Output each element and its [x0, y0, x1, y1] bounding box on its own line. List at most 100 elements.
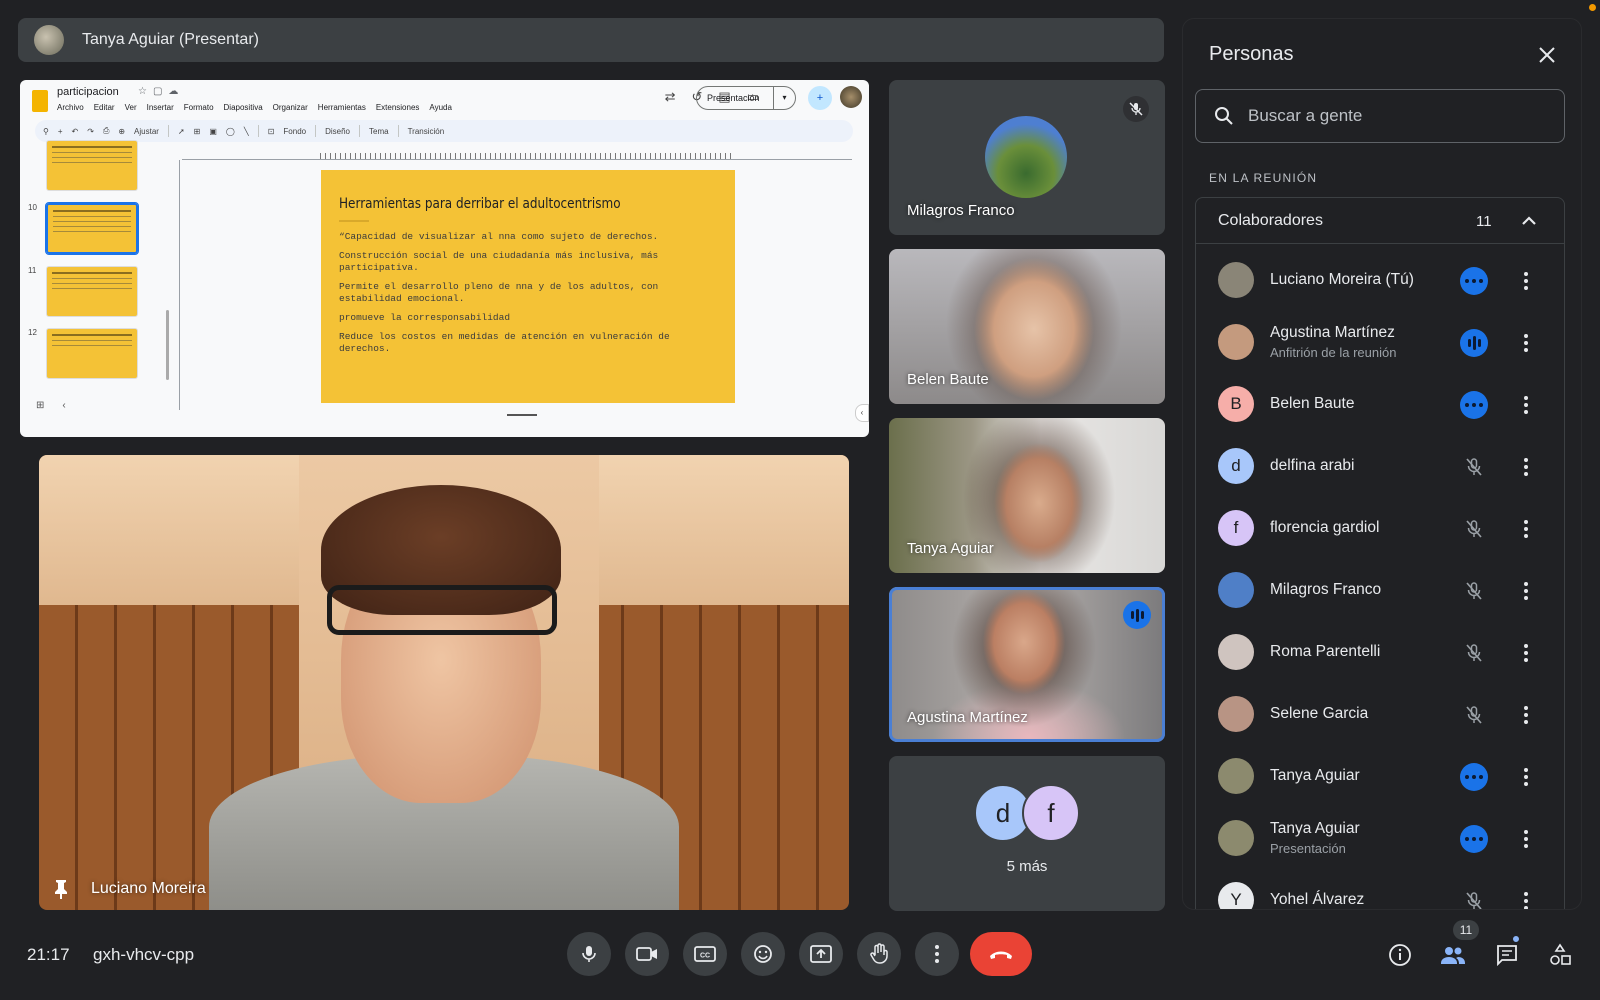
- more-vert-icon[interactable]: [1514, 765, 1538, 789]
- presenter-avatar: [34, 25, 64, 55]
- slides-user-avatar: [840, 86, 862, 108]
- participant-tile[interactable]: Milagros Franco: [889, 80, 1165, 235]
- participant-row[interactable]: Tanya Aguiar Presentación: [1196, 808, 1564, 870]
- search-input[interactable]: [1248, 106, 1538, 126]
- participant-row[interactable]: Roma Parentelli: [1196, 622, 1564, 684]
- participant-row[interactable]: Agustina Martínez Anfitrión de la reunión: [1196, 312, 1564, 374]
- present-icon: [810, 945, 832, 963]
- textbox-icon: ⊞: [193, 126, 201, 136]
- select-icon: ➚: [177, 126, 185, 136]
- more-options-button[interactable]: [915, 932, 959, 976]
- slide-thumbnail: [46, 140, 138, 191]
- chat-icon: [1497, 945, 1517, 967]
- avatar: f: [1218, 510, 1254, 546]
- star-folder-cloud-icons: ☆▢☁: [138, 86, 185, 97]
- present-screen-button[interactable]: [799, 932, 843, 976]
- background-button: Fondo: [283, 126, 307, 136]
- avatar: f: [1022, 784, 1080, 842]
- menu-item: Ayuda: [429, 103, 452, 112]
- more-vert-icon[interactable]: [1514, 331, 1538, 355]
- slide-title: Herramientas para derribar el adultocent…: [339, 196, 621, 212]
- more-participants-tile[interactable]: d f 5 más: [889, 756, 1165, 911]
- avatar: [1218, 820, 1254, 856]
- clock: 21:17: [27, 945, 70, 964]
- ruler-ticks: [320, 153, 732, 159]
- mic-off-icon: [1460, 639, 1488, 667]
- avatar: Y: [1218, 882, 1254, 909]
- participant-row[interactable]: Luciano Moreira (Tú): [1196, 250, 1564, 312]
- mic-off-icon: [1460, 701, 1488, 729]
- participant-tile[interactable]: Belen Baute: [889, 249, 1165, 404]
- divider: [167, 125, 169, 137]
- raise-hand-button[interactable]: [857, 932, 901, 976]
- audio-idle-icon: [1460, 825, 1488, 853]
- menu-item: Archivo: [57, 103, 84, 112]
- participant-name: Tanya Aguiar: [1270, 820, 1360, 837]
- participant-row[interactable]: f florencia gardiol: [1196, 498, 1564, 560]
- chevron-up-icon[interactable]: [1518, 210, 1540, 232]
- participant-row[interactable]: Selene Garcia: [1196, 684, 1564, 746]
- participant-name: Yohel Álvarez: [1270, 891, 1365, 908]
- more-vert-icon[interactable]: [1514, 641, 1538, 665]
- add-icon: +: [57, 126, 63, 136]
- pin-icon[interactable]: [53, 879, 69, 899]
- avatar: [1218, 262, 1254, 298]
- meet-icon: ⇄: [664, 89, 676, 104]
- layout-button: Diseño: [325, 126, 350, 136]
- slide-number: 12: [28, 328, 37, 337]
- more-vert-icon[interactable]: [1514, 827, 1538, 851]
- avatar: B: [1218, 386, 1254, 422]
- participant-row[interactable]: B Belen Baute: [1196, 374, 1564, 436]
- reactions-button[interactable]: [741, 932, 785, 976]
- present-label: Presentación: [707, 93, 760, 103]
- screen-share[interactable]: participacion ☆▢☁ Archivo Editar Ver Ins…: [20, 80, 869, 437]
- mic-off-icon: [1123, 96, 1149, 122]
- more-vert-icon[interactable]: [1514, 517, 1538, 541]
- participant-name: Belen Baute: [907, 371, 989, 388]
- menu-item: Insertar: [146, 103, 174, 112]
- slide-thumbnail: [46, 328, 138, 379]
- more-vert-icon[interactable]: [1514, 703, 1538, 727]
- group-header[interactable]: Colaboradores 11: [1196, 198, 1564, 244]
- menu-item: Herramientas: [317, 103, 366, 112]
- participant-row[interactable]: Y Yohel Álvarez: [1196, 870, 1564, 909]
- meeting-info-button[interactable]: [1387, 942, 1413, 968]
- end-call-icon: [990, 951, 1012, 959]
- more-vert-icon[interactable]: [1514, 269, 1538, 293]
- activities-button[interactable]: [1547, 942, 1573, 968]
- search-box[interactable]: [1195, 89, 1565, 143]
- camera-button[interactable]: [625, 932, 669, 976]
- participant-count-badge: 11: [1453, 920, 1479, 940]
- participant-name: Agustina Martínez: [907, 709, 1028, 726]
- people-button[interactable]: [1440, 942, 1466, 968]
- slide-number: 10: [28, 203, 37, 212]
- slides-menu: Archivo Editar Ver Insertar Formato Diap…: [57, 103, 452, 112]
- audio-idle-icon: [1460, 391, 1488, 419]
- slide-thumbnail: [46, 266, 138, 317]
- mic-off-icon: [1460, 453, 1488, 481]
- participant-row[interactable]: Tanya Aguiar: [1196, 746, 1564, 808]
- captions-button[interactable]: CC: [683, 932, 727, 976]
- more-vert-icon[interactable]: [1514, 393, 1538, 417]
- close-icon[interactable]: [1535, 43, 1559, 67]
- meeting-code: gxh-vhcv-cpp: [93, 945, 195, 964]
- more-vert-icon[interactable]: [1514, 455, 1538, 479]
- slides-toolbar: ⚲ + ↶ ↷ ⎙ ⊕ Ajustar ➚ ⊞ ▣ ◯ ╲ ⊡ Fondo Di…: [35, 120, 853, 142]
- group-name: Colaboradores: [1218, 212, 1323, 229]
- participant-tile-speaking[interactable]: Agustina Martínez: [889, 587, 1165, 742]
- participant-row[interactable]: d delfina arabi: [1196, 436, 1564, 498]
- more-vert-icon[interactable]: [1514, 889, 1538, 909]
- end-call-button[interactable]: [970, 932, 1032, 976]
- chat-button[interactable]: [1494, 942, 1520, 968]
- main-video-tile[interactable]: Luciano Moreira: [39, 455, 849, 910]
- share-person-icon: +: [808, 86, 832, 110]
- slides-filmstrip: 10 11 12: [20, 140, 170, 396]
- info-icon: [1389, 944, 1411, 966]
- more-vert-icon[interactable]: [1514, 579, 1538, 603]
- zoom-icon: ⊕: [118, 126, 126, 136]
- participant-tile[interactable]: Tanya Aguiar: [889, 418, 1165, 573]
- microphone-button[interactable]: [567, 932, 611, 976]
- menu-item: Extensiones: [375, 103, 420, 112]
- participant-name: delfina arabi: [1270, 457, 1355, 474]
- participant-row[interactable]: Milagros Franco: [1196, 560, 1564, 622]
